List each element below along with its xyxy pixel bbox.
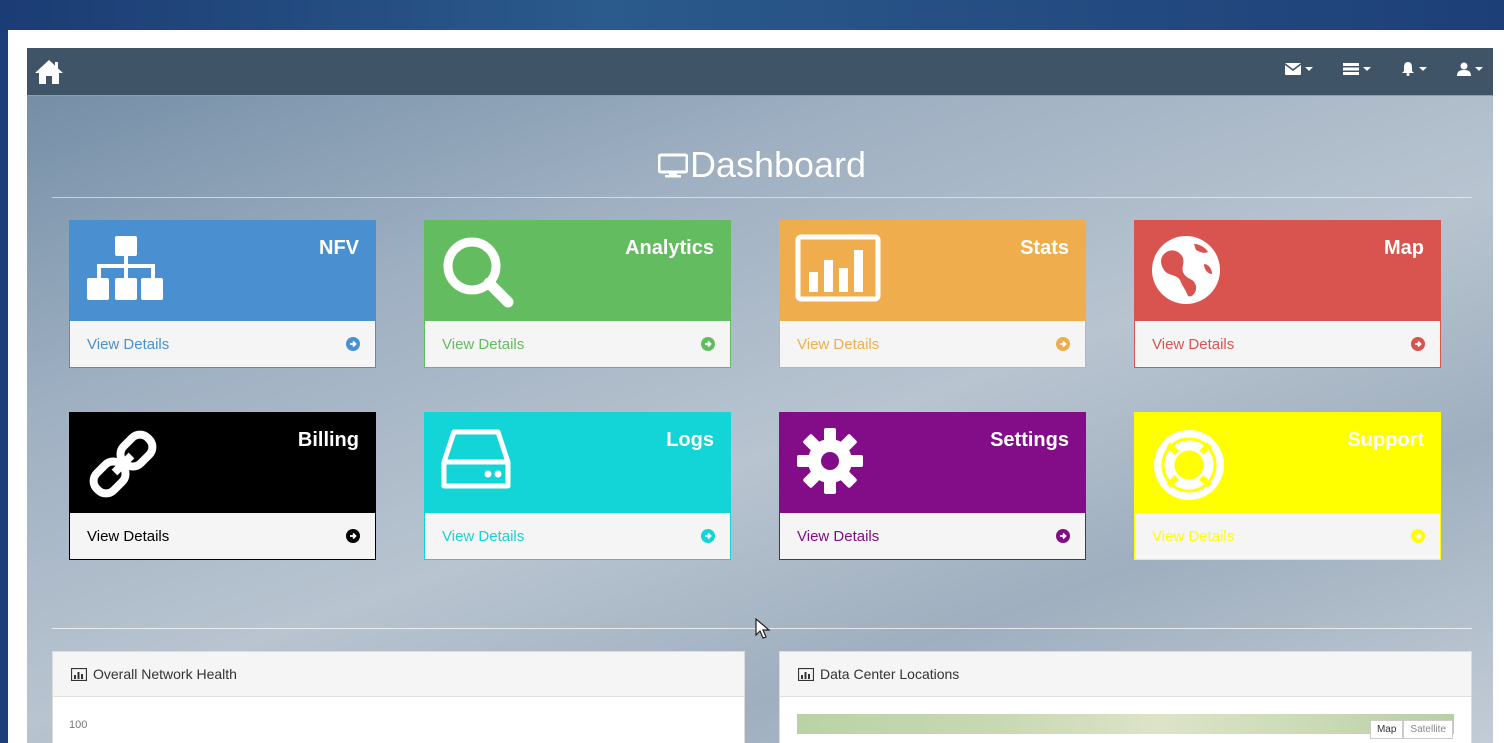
tile-title: Analytics bbox=[625, 237, 714, 259]
globe-icon bbox=[1152, 236, 1220, 304]
view-details-link[interactable]: View Details bbox=[797, 336, 879, 353]
tile-footer[interactable]: View Details bbox=[1134, 321, 1441, 368]
chevron-down-icon bbox=[1475, 67, 1483, 71]
messages-dropdown[interactable] bbox=[1285, 62, 1313, 76]
tile-footer[interactable]: View Details bbox=[779, 513, 1086, 560]
sitemap-icon bbox=[87, 236, 163, 300]
page-header: Dashboard bbox=[52, 140, 1472, 198]
life-ring-icon bbox=[1154, 430, 1224, 500]
arrow-circle-right-icon[interactable] bbox=[346, 529, 360, 543]
page-title: Dashboard bbox=[657, 144, 867, 186]
tile-title: NFV bbox=[319, 237, 359, 259]
desktop-icon bbox=[657, 153, 688, 178]
tile-title: Logs bbox=[666, 429, 714, 451]
arrow-circle-right-icon[interactable] bbox=[1056, 337, 1070, 351]
view-details-link[interactable]: View Details bbox=[87, 528, 169, 545]
satellite-view-button[interactable]: Satellite bbox=[1403, 720, 1453, 739]
chevron-down-icon bbox=[1419, 67, 1427, 71]
envelope-icon bbox=[1285, 63, 1301, 75]
tile-footer[interactable]: View Details bbox=[69, 513, 376, 560]
tile-footer[interactable]: View Details bbox=[69, 321, 376, 368]
bar-chart-icon bbox=[798, 667, 814, 681]
tasks-dropdown[interactable] bbox=[1343, 62, 1371, 76]
y-axis-tick: 100 bbox=[69, 719, 88, 731]
view-details-link[interactable]: View Details bbox=[87, 336, 169, 353]
link-icon bbox=[89, 430, 157, 498]
tile-footer[interactable]: View Details bbox=[424, 513, 731, 560]
tile-header: Billing bbox=[69, 412, 376, 513]
bar-chart-icon bbox=[795, 234, 881, 302]
chevron-down-icon bbox=[1363, 67, 1371, 71]
arrow-circle-right-icon[interactable] bbox=[701, 529, 715, 543]
panel-title: Data Center Locations bbox=[820, 666, 960, 682]
mouse-cursor-icon bbox=[755, 618, 771, 639]
tile-footer[interactable]: View Details bbox=[1134, 513, 1441, 560]
tile-logs[interactable]: Logs View Details bbox=[424, 412, 731, 560]
tile-title: Settings bbox=[990, 429, 1069, 451]
bell-icon bbox=[1402, 62, 1414, 76]
tile-title: Support bbox=[1347, 429, 1424, 451]
hdd-icon bbox=[441, 429, 511, 489]
top-navbar bbox=[27, 48, 1493, 96]
tile-map[interactable]: Map View Details bbox=[1134, 220, 1441, 368]
tile-settings[interactable]: Settings View Details bbox=[779, 412, 1086, 560]
view-details-link[interactable]: View Details bbox=[442, 336, 524, 353]
home-icon[interactable] bbox=[33, 58, 65, 86]
arrow-circle-right-icon[interactable] bbox=[346, 337, 360, 351]
tile-footer[interactable]: View Details bbox=[424, 321, 731, 368]
tile-title: Stats bbox=[1020, 237, 1069, 259]
tile-header: Logs bbox=[424, 412, 731, 513]
tile-header: Map bbox=[1134, 220, 1441, 321]
tile-billing[interactable]: Billing View Details bbox=[69, 412, 376, 560]
arrow-circle-right-icon[interactable] bbox=[701, 337, 715, 351]
tile-header: Support bbox=[1134, 412, 1441, 513]
view-details-link[interactable]: View Details bbox=[797, 528, 879, 545]
arrow-circle-right-icon[interactable] bbox=[1411, 529, 1425, 543]
tile-analytics[interactable]: Analytics View Details bbox=[424, 220, 731, 368]
alerts-dropdown[interactable] bbox=[1401, 62, 1427, 76]
tile-header: Settings bbox=[779, 412, 1086, 513]
view-details-link[interactable]: View Details bbox=[442, 528, 524, 545]
data-center-panel: Data Center Locations Map Satellite bbox=[779, 651, 1472, 743]
tile-stats[interactable]: Stats View Details bbox=[779, 220, 1086, 368]
panel-title: Overall Network Health bbox=[93, 666, 237, 682]
desktop-backdrop bbox=[0, 0, 1504, 32]
tile-nfv[interactable]: NFV View Details bbox=[69, 220, 376, 368]
panel-header: Overall Network Health bbox=[53, 652, 744, 697]
network-health-panel: Overall Network Health 100 bbox=[52, 651, 745, 743]
tile-support[interactable]: Support View Details bbox=[1134, 412, 1441, 560]
tile-title: Map bbox=[1384, 237, 1424, 259]
map-view-button[interactable]: Map bbox=[1369, 720, 1404, 739]
gear-icon bbox=[797, 428, 863, 494]
chevron-down-icon bbox=[1305, 67, 1313, 71]
map-type-control: Map Satellite bbox=[1369, 720, 1453, 739]
arrow-circle-right-icon[interactable] bbox=[1411, 337, 1425, 351]
user-dropdown[interactable] bbox=[1457, 62, 1483, 76]
tile-header: Analytics bbox=[424, 220, 731, 321]
view-details-link[interactable]: View Details bbox=[1152, 528, 1234, 545]
panel-header: Data Center Locations bbox=[780, 652, 1471, 697]
data-center-map[interactable] bbox=[797, 714, 1454, 734]
bar-chart-icon bbox=[71, 667, 87, 681]
view-details-link[interactable]: View Details bbox=[1152, 336, 1234, 353]
arrow-circle-right-icon[interactable] bbox=[1056, 529, 1070, 543]
tile-footer[interactable]: View Details bbox=[779, 321, 1086, 368]
tasks-icon bbox=[1343, 63, 1359, 75]
tile-header: NFV bbox=[69, 220, 376, 321]
user-icon bbox=[1457, 62, 1471, 76]
tile-title: Billing bbox=[297, 429, 359, 451]
tile-header: Stats bbox=[779, 220, 1086, 321]
page-title-text: Dashboard bbox=[689, 144, 867, 185]
search-icon bbox=[443, 237, 514, 308]
